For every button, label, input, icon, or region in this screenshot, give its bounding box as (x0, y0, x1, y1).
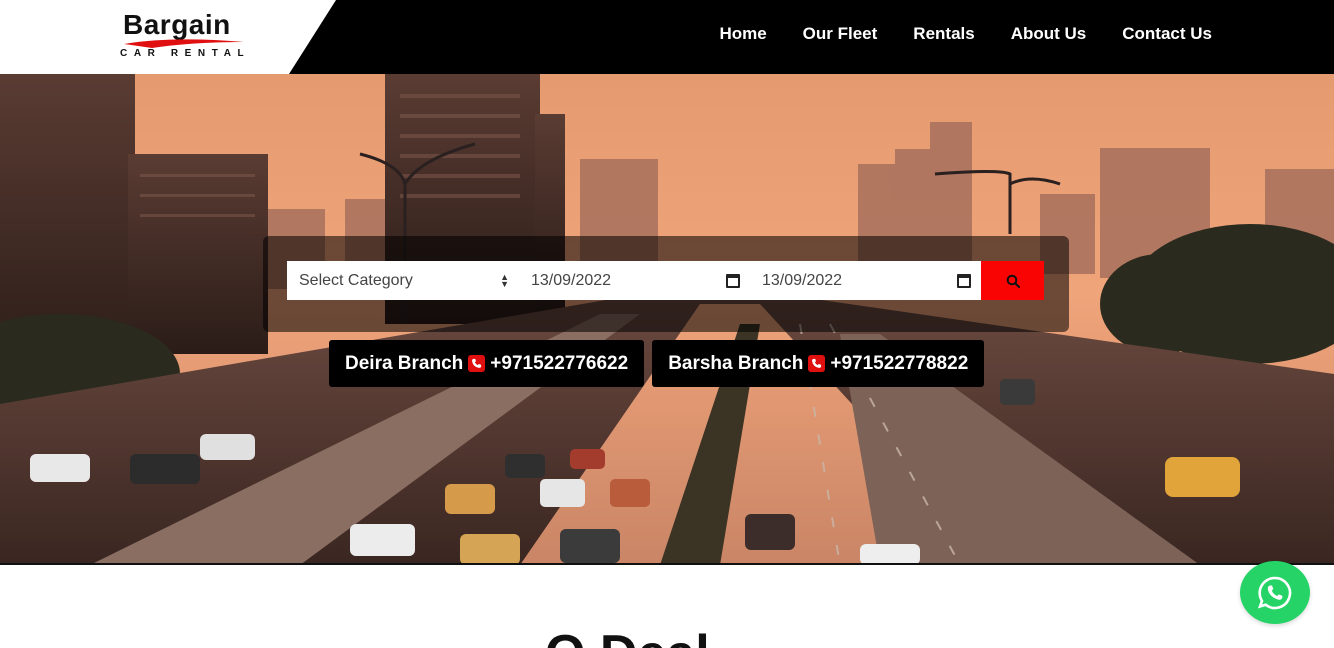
calendar-icon[interactable] (957, 273, 971, 288)
brand-tagline: CAR RENTAL (120, 48, 251, 59)
branch-deira[interactable]: Deira Branch +971522776622 (329, 340, 645, 387)
branch-barsha[interactable]: Barsha Branch +971522778822 (652, 340, 985, 387)
nav-rentals[interactable]: Rentals (913, 24, 974, 44)
logo-area: Bargain CAR RENTAL (0, 0, 336, 74)
hero-banner: Select Category ▲ ▼ 13/09/2022 13/09/2022… (0, 74, 1334, 565)
pickup-date-value: 13/09/2022 (531, 271, 612, 289)
pickup-date-input[interactable]: 13/09/2022 (519, 261, 750, 300)
phone-icon (468, 355, 486, 372)
category-select[interactable]: Select Category ▲ ▼ (287, 261, 519, 300)
site-header: Bargain CAR RENTAL Home Our Fleet Rental… (0, 0, 1334, 74)
brand-logo[interactable]: Bargain CAR RENTAL (120, 10, 250, 62)
calendar-icon[interactable] (726, 273, 740, 288)
nav-our-fleet[interactable]: Our Fleet (803, 24, 878, 44)
nav-home[interactable]: Home (719, 24, 766, 44)
return-date-value: 13/09/2022 (762, 271, 843, 289)
category-select-value: Select Category (299, 271, 413, 289)
select-arrows-icon: ▲ ▼ (500, 271, 509, 289)
nav-contact-us[interactable]: Contact Us (1122, 24, 1212, 44)
search-form: Select Category ▲ ▼ 13/09/2022 13/09/2022 (287, 261, 1044, 300)
search-panel: Select Category ▲ ▼ 13/09/2022 13/09/2022 (263, 236, 1069, 332)
search-icon (1006, 274, 1020, 288)
phone-icon (808, 355, 826, 372)
brand-name: Bargain (123, 9, 231, 40)
search-button[interactable] (981, 261, 1044, 300)
branch-name: Barsha Branch (668, 352, 804, 374)
branch-phone: +971522778822 (830, 352, 969, 374)
return-date-input[interactable]: 13/09/2022 (750, 261, 981, 300)
branch-name: Deira Branch (345, 352, 464, 374)
nav-about-us[interactable]: About Us (1011, 24, 1087, 44)
branch-contacts: Deira Branch +971522776622 Barsha Branch… (329, 340, 985, 387)
branch-phone: +971522776622 (490, 352, 629, 374)
main-nav: Home Our Fleet Rentals About Us Contact … (719, 0, 1212, 68)
whatsapp-button[interactable] (1240, 561, 1310, 624)
section-title: O Deal (545, 628, 710, 648)
whatsapp-icon (1257, 576, 1292, 609)
